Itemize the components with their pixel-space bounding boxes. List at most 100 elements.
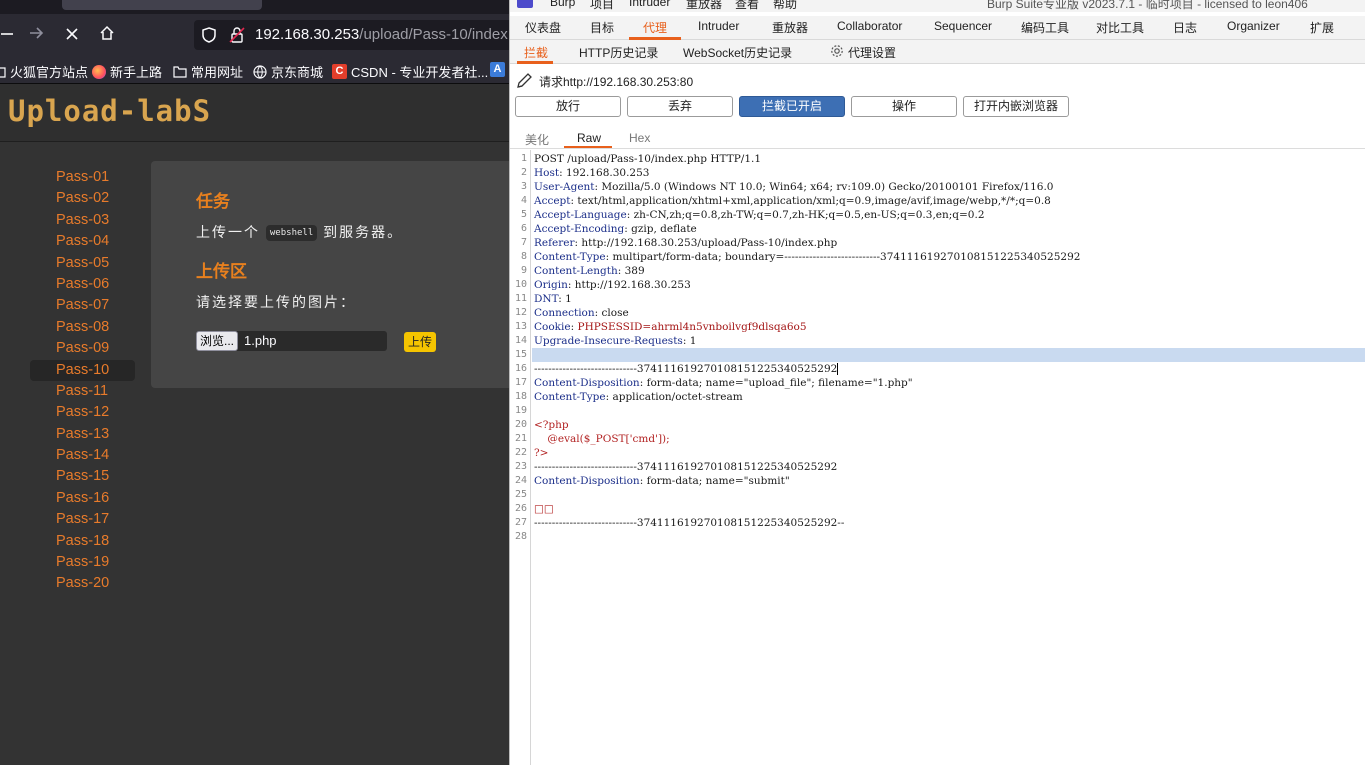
sidebar-item-pass-12[interactable]: Pass-12 (30, 402, 135, 423)
tab-raw[interactable]: Raw (577, 131, 601, 145)
sidebar-item-pass-11[interactable]: Pass-11 (30, 381, 135, 402)
line-number: 24 (514, 475, 527, 486)
line-number: 7 (520, 237, 527, 248)
firefox-window: 192.168.30.253/upload/Pass-10/index. 火狐官… (0, 0, 509, 765)
line-number: 2 (520, 167, 527, 178)
task-text-after: 到服务器。 (323, 224, 404, 240)
header-value: http://192.168.30.253/upload/Pass-10/ind… (578, 237, 838, 249)
sidebar-item-pass-19[interactable]: Pass-19 (30, 552, 135, 573)
menu-intruder[interactable]: Intruder (629, 0, 670, 9)
sidebar-item-pass-10[interactable]: Pass-10 (30, 359, 135, 381)
upload-button[interactable]: 上传 (404, 332, 436, 352)
request-line: -----------------------------37411161927… (534, 362, 839, 376)
browse-button[interactable]: 浏览... (196, 331, 238, 351)
tab-websocket-history[interactable]: WebSocket历史记录 (683, 44, 792, 61)
tab-comparer[interactable]: 对比工具 (1096, 19, 1144, 36)
menu-view[interactable]: 查看 (735, 0, 759, 12)
line-number: 17 (514, 377, 527, 388)
url-bar[interactable]: 192.168.30.253/upload/Pass-10/index. (194, 20, 509, 50)
body-text: -----------------------------37411161927… (534, 461, 838, 473)
tab-intercept[interactable]: 拦截 (524, 44, 548, 61)
body-text: <?php (534, 419, 569, 431)
sidebar-item-pass-07[interactable]: Pass-07 (30, 295, 135, 316)
back-arrow-icon (1, 33, 13, 35)
menu-burp[interactable]: Burp (550, 0, 575, 9)
request-editor[interactable]: 1 2 3 4 5 6 7 8 9 10 11 12 13 14 15 16 17 18 19 20 21 22 23 24 2… (510, 150, 1365, 765)
tab-logger[interactable]: 日志 (1173, 19, 1197, 36)
sidebar-item-pass-18[interactable]: Pass-18 (30, 531, 135, 552)
tab-repeater[interactable]: 重放器 (772, 19, 808, 36)
forward-button[interactable] (24, 24, 48, 48)
tab-decoder[interactable]: 编码工具 (1021, 19, 1069, 36)
drop-button[interactable]: 丢弃 (627, 96, 733, 117)
tab-pretty[interactable]: 美化 (525, 131, 549, 148)
sidebar-item-pass-16[interactable]: Pass-16 (30, 488, 135, 509)
task-text-before: 上传一个 (196, 224, 260, 240)
sidebar-item-pass-15[interactable]: Pass-15 (30, 466, 135, 487)
tab-target[interactable]: 目标 (590, 19, 614, 36)
tab-extensions[interactable]: 扩展 (1310, 19, 1334, 36)
browser-tab[interactable] (62, 0, 262, 10)
tab-sequencer[interactable]: Sequencer (934, 19, 992, 33)
tab-http-history[interactable]: HTTP历史记录 (579, 44, 658, 61)
sidebar-item-pass-09[interactable]: Pass-09 (30, 338, 135, 359)
bookmark-common-sites[interactable]: 常用网址 (173, 62, 243, 81)
stop-loading-button[interactable] (60, 24, 84, 48)
header-name: Accept (534, 195, 571, 207)
request-line: Origin: http://192.168.30.253 (534, 278, 691, 292)
tracking-shield-icon[interactable] (200, 26, 218, 44)
tab-proxy[interactable]: 代理 (643, 19, 667, 36)
tab-hex[interactable]: Hex (629, 131, 650, 145)
sidebar-item-pass-06[interactable]: Pass-06 (30, 274, 135, 295)
tab-organizer[interactable]: Organizer (1227, 19, 1280, 33)
line-number: 1 (520, 153, 527, 164)
sidebar-item-pass-02[interactable]: Pass-02 (30, 188, 135, 209)
menu-repeater[interactable]: 重放器 (686, 0, 722, 12)
bookmark-csdn[interactable]: C CSDN - 专业开发者社... (332, 62, 488, 81)
sidebar-item-pass-13[interactable]: Pass-13 (30, 424, 135, 445)
message-view-tabs: 美化 Raw Hex (510, 127, 1365, 149)
request-line: Accept: text/html,application/xhtml+xml,… (534, 194, 1051, 208)
burp-logo-icon (517, 0, 533, 8)
tab-proxy-settings[interactable]: 代理设置 (848, 44, 896, 61)
file-input[interactable]: 浏览... 1.php (196, 331, 387, 351)
open-browser-button[interactable]: 打开内嵌浏览器 (963, 96, 1069, 117)
sidebar-item-pass-14[interactable]: Pass-14 (30, 445, 135, 466)
home-button[interactable] (95, 24, 119, 48)
line-number: 22 (514, 447, 527, 458)
gear-icon[interactable] (830, 44, 844, 58)
sidebar-item-pass-17[interactable]: Pass-17 (30, 509, 135, 530)
bookmark-firefox-official[interactable]: 火狐官方站点 (0, 62, 88, 81)
sidebar-item-pass-05[interactable]: Pass-05 (30, 253, 135, 274)
bookmark-getting-started[interactable]: 新手上路 (92, 62, 162, 81)
task-description: 上传一个 webshell 到服务器。 (196, 222, 403, 242)
line-number: 5 (520, 209, 527, 220)
request-line: <?php (534, 418, 569, 432)
line-number: 4 (520, 195, 527, 206)
bookmark-overflow[interactable]: A (490, 62, 505, 77)
task-panel: 任务 上传一个 webshell 到服务器。 上传区 请选择要上传的图片： 浏览… (151, 161, 509, 388)
header-value: gzip, deflate (627, 223, 697, 235)
forward-button[interactable]: 放行 (515, 96, 621, 117)
header-value: application/octet-stream (609, 391, 743, 403)
action-button[interactable]: 操作 (851, 96, 957, 117)
sidebar-item-pass-01[interactable]: Pass-01 (30, 167, 135, 188)
tab-dashboard[interactable]: 仪表盘 (525, 19, 561, 36)
insecure-lock-icon[interactable] (228, 26, 246, 44)
line-number: 20 (514, 419, 527, 430)
back-button[interactable] (0, 24, 18, 48)
menu-help[interactable]: 帮助 (773, 0, 797, 12)
bookmark-jd[interactable]: 京东商城 (253, 62, 323, 81)
tab-collaborator[interactable]: Collaborator (837, 19, 902, 33)
sidebar-item-pass-04[interactable]: Pass-04 (30, 231, 135, 252)
tab-intruder[interactable]: Intruder (698, 19, 739, 33)
sidebar-item-pass-20[interactable]: Pass-20 (30, 573, 135, 594)
sidebar-item-pass-03[interactable]: Pass-03 (30, 210, 135, 231)
intercept-toggle-button[interactable]: 拦截已开启 (739, 96, 845, 117)
sidebar-item-pass-08[interactable]: Pass-08 (30, 317, 135, 338)
site-logo[interactable]: Upload-labS (8, 94, 211, 128)
menu-project[interactable]: 项目 (590, 0, 614, 12)
request-line: User-Agent: Mozilla/5.0 (Windows NT 10.0… (534, 180, 1054, 194)
body-text: -----------------------------37411161927… (534, 517, 845, 529)
pencil-icon[interactable] (515, 72, 533, 90)
